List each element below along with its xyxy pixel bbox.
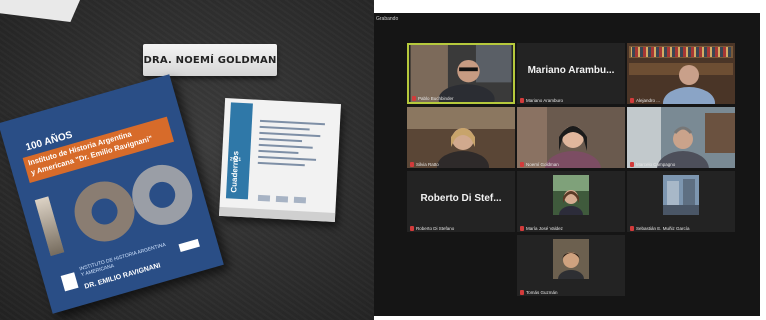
participant-tile[interactable]: Noemí Goldman <box>517 107 625 168</box>
participant-video <box>407 107 515 168</box>
mic-muted-icon <box>520 226 524 231</box>
participant-tile[interactable]: Alejandro ... <box>627 43 735 104</box>
university-logo <box>178 238 200 253</box>
mic-muted-icon <box>520 162 524 167</box>
mic-muted-icon <box>630 162 634 167</box>
participant-label: Roberto Di Stefano <box>410 226 454 231</box>
recording-label: Grabando <box>376 16 399 22</box>
event-photo: DRA. NOEMÍ GOLDMAN 100 AÑOS Instituto de… <box>0 0 374 320</box>
mic-muted-icon <box>630 226 634 231</box>
mic-muted-icon <box>410 226 414 231</box>
participant-label: Marcelo Campagno <box>630 162 675 167</box>
participant-label: Noemí Goldman <box>520 162 559 167</box>
journal-book: Cuadernos 2021 <box>218 98 342 222</box>
participant-tile[interactable]: Marcelo Campagno <box>627 107 735 168</box>
participant-video <box>553 175 589 215</box>
journal-spine-band: Cuadernos <box>225 102 253 200</box>
participant-tile[interactable]: Pablo Buchbinder <box>407 43 515 104</box>
mic-muted-icon <box>630 98 634 103</box>
participant-tile[interactable]: Mariano Arambu... Mariano Aramburo <box>517 43 625 104</box>
mic-muted-icon <box>410 162 414 167</box>
participant-label: Alejandro ... <box>630 98 660 103</box>
journal-logos <box>257 188 322 204</box>
participant-video <box>410 45 512 102</box>
institute-logo <box>60 272 79 292</box>
participant-tile[interactable]: Roberto Di Stef... Roberto Di Stefano <box>407 171 515 232</box>
mic-muted-icon <box>520 98 524 103</box>
journal-contents-lines <box>257 119 332 172</box>
participant-video <box>553 239 589 279</box>
mic-muted-icon <box>412 96 416 101</box>
mic-muted-icon <box>520 290 524 295</box>
participant-label: Tomás Guzmán <box>520 290 558 295</box>
participant-tile[interactable]: Silvia Ratto <box>407 107 515 168</box>
journal-year: 2021 <box>229 156 242 163</box>
participant-video <box>627 43 735 104</box>
participant-label: Sebastián E. Muñiz García <box>630 226 690 231</box>
name-card-text: DRA. NOEMÍ GOLDMAN <box>143 54 277 66</box>
participant-video <box>517 107 625 168</box>
participant-label: María José Valdez <box>520 226 563 231</box>
participant-name-display: Roberto Di Stef... <box>420 193 502 204</box>
participant-tile[interactable]: María José Valdez <box>517 171 625 232</box>
participant-video <box>627 107 735 168</box>
video-call-gallery: Grabando Pablo Buchbinder Mariano Arambu… <box>374 13 760 316</box>
name-card: DRA. NOEMÍ GOLDMAN <box>143 44 277 76</box>
participant-label: Mariano Aramburo <box>520 98 563 103</box>
participant-video <box>663 175 699 215</box>
participant-label: Silvia Ratto <box>410 162 439 167</box>
participant-name-display: Mariano Arambu... <box>527 65 615 76</box>
participant-label: Pablo Buchbinder <box>412 96 454 101</box>
participant-tile[interactable]: Tomás Guzmán <box>517 235 625 296</box>
participant-tile[interactable]: Sebastián E. Muñiz García <box>627 171 735 232</box>
